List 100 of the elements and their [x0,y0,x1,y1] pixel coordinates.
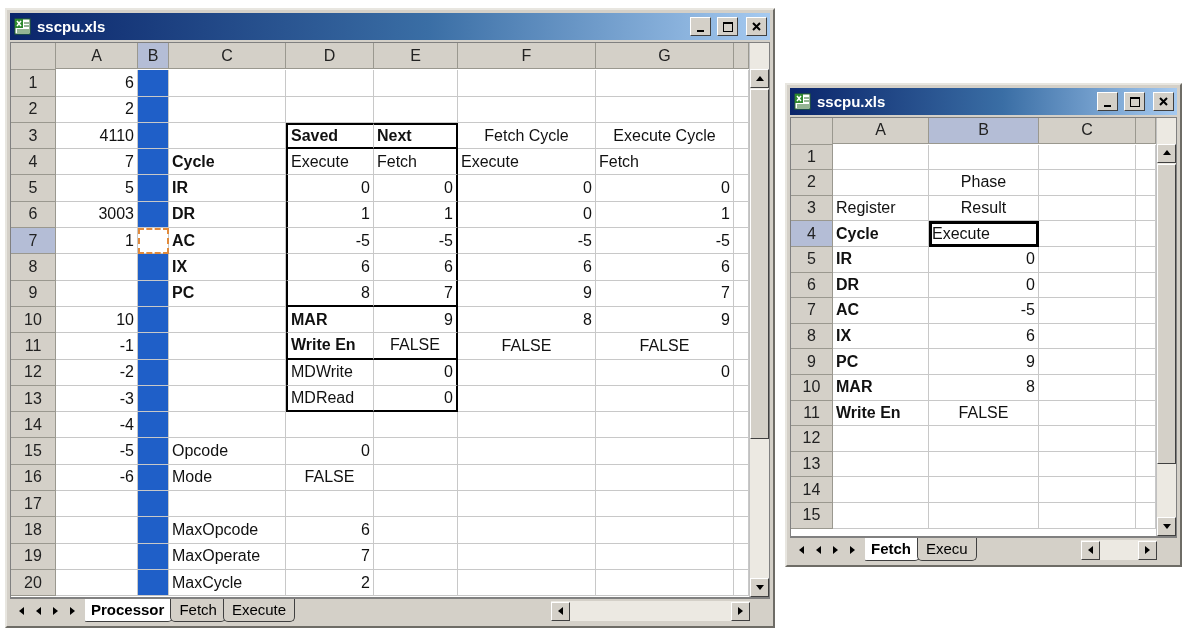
table-cell[interactable]: 0 [458,175,596,202]
table-cell[interactable]: 0 [458,201,596,229]
selected-cell[interactable] [138,412,169,439]
row-header[interactable]: 13 [11,385,56,413]
selected-cell[interactable] [138,254,169,281]
row-header[interactable]: 11 [791,400,833,427]
table-cell[interactable]: 6 [56,70,138,97]
row-header[interactable]: 15 [791,502,833,529]
row-header[interactable]: 4 [791,221,833,247]
vertical-scrollbar[interactable] [1156,118,1176,536]
selected-cell[interactable] [138,464,169,492]
row-header[interactable]: 8 [791,323,833,350]
table-cell[interactable]: 2 [56,96,138,123]
table-cell[interactable]: 0 [929,246,1039,273]
table-cell[interactable]: MaxOperate [169,543,286,570]
table-cell[interactable]: 6 [286,517,374,544]
row-header[interactable]: 5 [11,175,56,202]
row-header[interactable]: 18 [11,517,56,544]
table-cell[interactable]: -5 [596,228,734,255]
row-header[interactable]: 9 [11,280,56,307]
table-cell[interactable]: Next [374,122,458,150]
table-cell[interactable]: 0 [374,175,458,202]
sheet-tab[interactable]: Execute [222,599,296,622]
column-header[interactable]: A [833,118,929,144]
table-cell[interactable]: Saved [286,122,374,150]
horizontal-scrollbar[interactable] [551,601,750,621]
column-header[interactable] [1136,118,1156,144]
table-cell[interactable]: Opcode [169,438,286,465]
selected-cell[interactable] [138,517,169,544]
table-cell[interactable]: Fetch Cycle [458,122,596,150]
selected-cell[interactable] [138,333,169,360]
scroll-thumb[interactable] [750,89,769,440]
table-cell[interactable]: 4110 [56,122,138,150]
table-cell[interactable]: -5 [374,228,458,255]
row-header[interactable]: 13 [791,451,833,478]
table-cell[interactable]: 6 [596,254,734,281]
minimize-button[interactable] [1097,92,1118,111]
table-cell[interactable]: 3003 [56,201,138,229]
row-header[interactable]: 2 [791,170,833,196]
table-cell[interactable]: FALSE [374,333,458,360]
column-header[interactable]: C [1039,118,1136,144]
table-cell[interactable]: FALSE [596,333,734,360]
column-header[interactable]: B [929,118,1039,144]
table-cell[interactable]: Cycle [833,221,929,247]
table-cell[interactable]: 10 [56,306,138,334]
table-cell[interactable]: 9 [929,349,1039,375]
row-header[interactable]: 20 [11,569,56,597]
table-cell[interactable]: IR [833,246,929,273]
table-cell[interactable]: Register [833,195,929,222]
table-cell[interactable]: IX [833,323,929,350]
scroll-thumb[interactable] [1157,163,1176,464]
column-header[interactable] [734,43,749,70]
table-cell[interactable]: Result [929,195,1039,222]
column-header[interactable]: B [138,43,169,70]
table-cell[interactable]: -5 [286,228,374,255]
table-cell[interactable]: MDRead [286,385,374,413]
row-header[interactable]: 12 [791,426,833,452]
row-header[interactable]: 2 [11,96,56,123]
minimize-button[interactable] [690,17,711,36]
table-cell[interactable]: -5 [458,228,596,255]
column-header[interactable]: G [596,43,734,70]
selected-cell[interactable] [138,96,169,123]
row-header[interactable]: 8 [11,254,56,281]
table-cell[interactable]: 7 [374,280,458,307]
selected-cell[interactable] [138,122,169,150]
table-cell[interactable]: AC [169,228,286,255]
table-cell[interactable]: FALSE [929,400,1039,427]
table-cell[interactable]: -6 [56,464,138,492]
table-cell[interactable]: 2 [286,569,374,597]
selected-cell[interactable] [138,569,169,597]
table-cell[interactable]: 6 [929,323,1039,350]
row-header[interactable]: 10 [11,306,56,334]
table-cell[interactable]: Execute [929,221,1039,247]
table-cell[interactable]: 0 [596,359,734,386]
table-cell[interactable]: 1 [56,228,138,255]
table-cell[interactable]: Write En [286,333,374,360]
row-header[interactable]: 16 [11,464,56,492]
table-cell[interactable]: 1 [286,201,374,229]
row-header[interactable]: 14 [791,477,833,503]
table-cell[interactable]: 0 [596,175,734,202]
column-header[interactable]: C [169,43,286,70]
close-button[interactable] [1153,92,1174,111]
table-cell[interactable]: MaxOpcode [169,517,286,544]
table-cell[interactable]: Mode [169,464,286,492]
table-cell[interactable]: PC [833,349,929,375]
table-cell[interactable]: 8 [929,374,1039,401]
table-cell[interactable]: -2 [56,359,138,386]
close-button[interactable] [746,17,767,36]
row-header[interactable]: 6 [791,272,833,299]
table-cell[interactable]: 6 [374,254,458,281]
table-cell[interactable]: AC [833,298,929,324]
table-cell[interactable]: -4 [56,412,138,439]
horizontal-scrollbar[interactable] [1081,540,1157,560]
sheet-tab[interactable]: Execu [917,538,977,561]
row-header[interactable]: 6 [11,201,56,229]
table-cell[interactable]: 7 [286,543,374,570]
table-cell[interactable]: 0 [374,385,458,413]
selected-cell[interactable] [138,175,169,202]
table-cell[interactable]: DR [833,272,929,299]
table-cell[interactable]: FALSE [458,333,596,360]
